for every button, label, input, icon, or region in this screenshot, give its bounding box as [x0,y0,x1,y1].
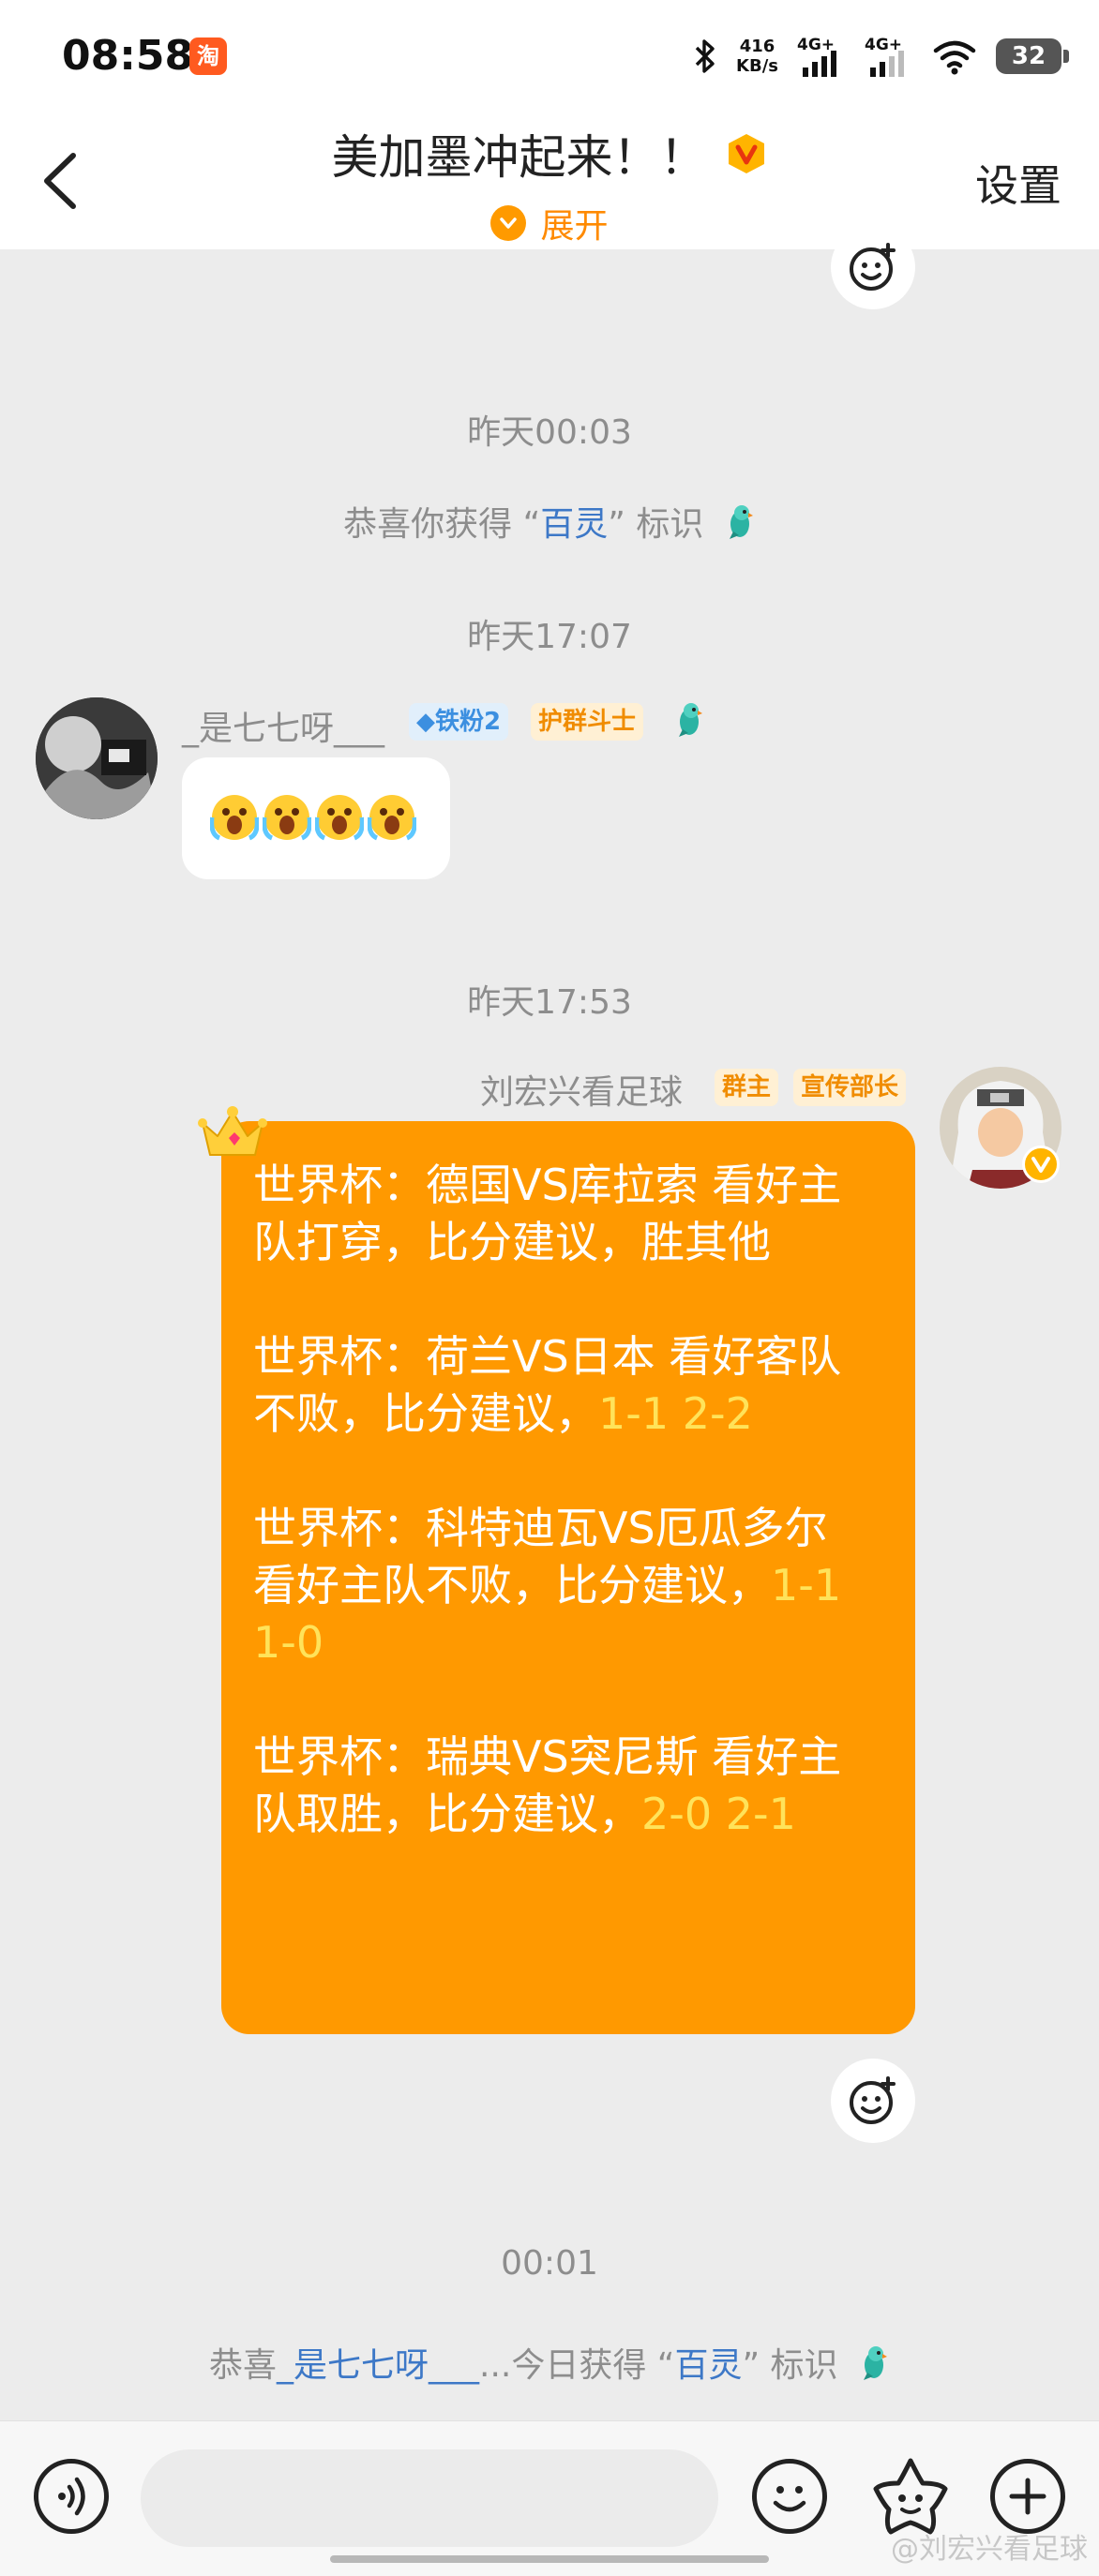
verified-v-icon [725,132,768,175]
sender-nickname[interactable]: 刘宏兴看足球 [480,1065,683,1114]
group-title: 美加墨冲起来！！ [331,130,707,185]
add-reaction-button[interactable] [831,2059,915,2143]
owner-badge: 群主 [715,1069,779,1106]
message-bubble[interactable] [182,757,450,879]
status-time: 08:58 [62,32,194,80]
emoji-icon [773,2486,806,2512]
system-message: 恭喜_是七七呀___...今日获得 “百灵” 标识 [0,2338,1099,2390]
battery-indicator: 32 [996,38,1069,74]
home-indicator[interactable] [330,2555,769,2563]
timestamp: 昨天17:07 [467,618,632,656]
message-bubble[interactable]: 世界杯：德国VS库拉索 看好主队打穿，比分建议，胜其他 世界杯：荷兰VS日本 看… [221,1121,915,2034]
score-suggestion: 2-0 2-1 [641,1789,796,1839]
watermark: @刘宏兴看足球 [891,2533,1088,2566]
sysmsg-suffix: ” 标识 [608,505,704,544]
fan-level-badge: ◆铁粉2 [409,703,509,741]
fan-badge-label: 铁粉2 [435,708,502,736]
message-paragraph: 世界杯：科特迪瓦VS厄瓜多尔 看好主队不败，比分建议，1-1 1-0 [253,1500,883,1671]
bluetooth-icon [693,37,717,75]
plus-icon [1009,2478,1046,2515]
badge-name-link[interactable]: 百灵 [540,505,608,544]
scream-face-emoji [209,793,260,842]
add-reaction-icon [850,2076,896,2124]
sysmsg-prefix: 恭喜你获得 “ [343,505,541,544]
badge-name-link[interactable]: 百灵 [674,2346,742,2385]
status-icons: 416 KB/s 4G+ 4G+ 32 [693,28,1069,84]
avatar[interactable] [36,697,158,819]
signal-2-label: 4G+ [865,36,903,54]
scream-face-emoji [262,793,312,842]
expand-label: 展开 [540,207,609,246]
timestamp: 00:01 [501,2244,598,2283]
more-button[interactable] [990,2459,1065,2534]
net-speed-value: 416 [739,37,775,56]
signal-1: 4G+ [797,36,846,77]
timestamp: 昨天00:03 [467,413,632,452]
role-badge: 护群斗士 [531,703,644,741]
signal-1-label: 4G+ [797,36,836,54]
message-paragraph: 世界杯：荷兰VS日本 看好客队不败，比分建议，1-1 2-2 [253,1328,883,1443]
fan-diamond-icon: ◆ [416,708,435,736]
sysmsg-suffix: ” 标识 [742,2346,838,2385]
system-message: 恭喜你获得 “百灵” 标识 [0,497,1099,549]
chat-header: 美加墨冲起来！！ 展开 设置 [0,112,1099,249]
status-bar: 08:58 淘 416 KB/s 4G+ 4G+ 32 [0,0,1099,112]
verified-v-icon [1022,1146,1060,1183]
voice-button[interactable] [34,2459,109,2534]
paragraph-text: 世界杯：德国VS库拉索 看好主队打穿，比分建议，胜其他 [253,1160,842,1267]
add-reaction-button[interactable] [831,225,915,309]
parrot-badge-icon [724,503,756,549]
paragraph-text: 世界杯：荷兰VS日本 看好客队不败，比分建议， [253,1331,842,1439]
sender-nickname[interactable]: _是七七呀___ [182,701,384,750]
timestamp: 昨天17:53 [467,983,632,1022]
user-name-link[interactable]: _是七七呀___ [277,2346,479,2385]
sysmsg-prefix: 恭喜 [208,2346,277,2385]
emoji-button[interactable] [752,2459,827,2534]
app-notification-icon: 淘 [189,37,227,75]
settings-button[interactable]: 设置 [975,152,1061,214]
message-paragraph: 世界杯：瑞典VS突尼斯 看好主队取胜，比分建议，2-0 2-1 [253,1729,883,1843]
scream-face-emoji [314,793,365,842]
chevron-down-icon [490,205,527,241]
sysmsg-middle: ...今日获得 “ [479,2346,675,2385]
net-speed-unit: KB/s [736,56,778,76]
message-paragraph: 世界杯：德国VS库拉索 看好主队打穿，比分建议，胜其他 [253,1157,883,1271]
crown-icon [197,1104,268,1166]
voice-icon [58,2477,85,2516]
expand-toggle[interactable]: 展开 [0,199,1099,247]
role-badge: 宣传部长 [793,1069,907,1106]
signal-2: 4G+ [865,36,913,77]
title-row: 美加墨冲起来！！ [0,120,1099,187]
parrot-badge-icon [673,701,705,742]
parrot-badge-icon [858,2344,890,2390]
scream-face-emoji [367,793,417,842]
score-suggestion: 1-1 2-2 [598,1388,753,1439]
wifi-icon [932,37,977,75]
paragraph-text: 世界杯：科特迪瓦VS厄瓜多尔 看好主队不败，比分建议， [253,1503,828,1610]
net-speed: 416 KB/s [736,37,778,76]
add-reaction-icon [850,243,896,291]
message-input[interactable] [141,2449,718,2547]
